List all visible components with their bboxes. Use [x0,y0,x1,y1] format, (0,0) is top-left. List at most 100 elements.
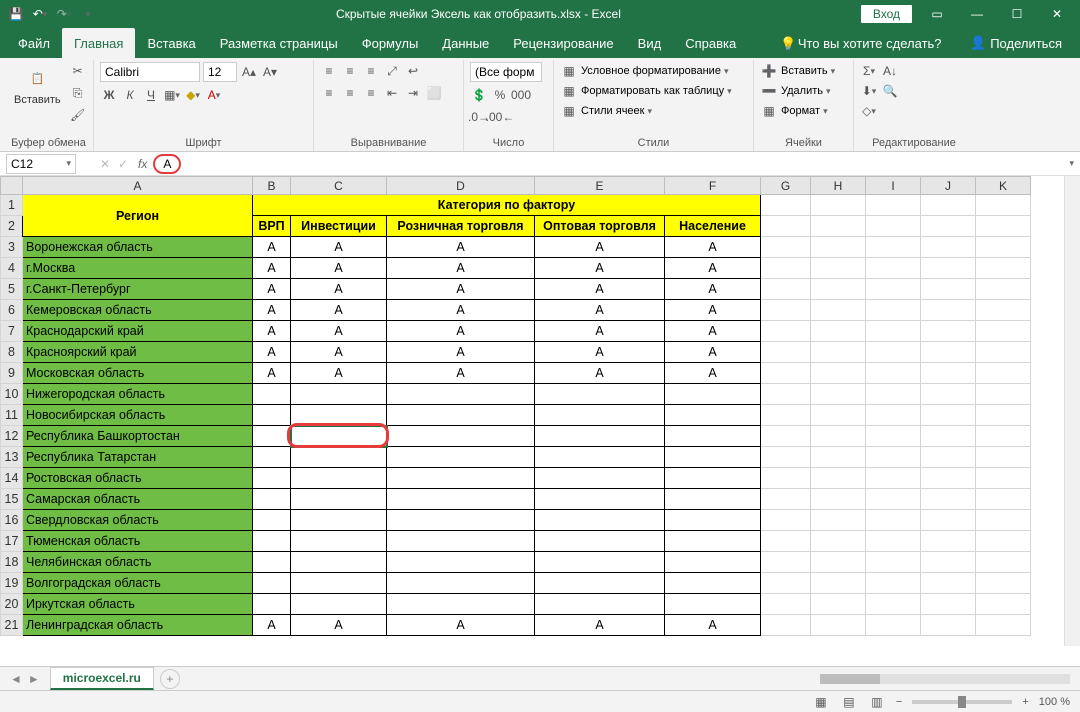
tab-insert[interactable]: Вставка [135,28,207,58]
row-header-7[interactable]: 7 [1,321,23,342]
cell[interactable] [866,426,921,447]
cell-region[interactable]: Кемеровская область [23,300,253,321]
cell[interactable] [387,573,535,594]
delete-cells[interactable]: ➖Удалить▾ [760,82,831,100]
column-header-K[interactable]: K [976,177,1031,195]
percent-icon[interactable]: % [491,86,509,104]
subheader-4[interactable]: Население [665,216,761,237]
cell[interactable] [921,342,976,363]
header-region[interactable]: Регион [23,195,253,237]
zoom-level[interactable]: 100 % [1039,696,1070,708]
cell[interactable] [921,615,976,636]
cell[interactable] [976,615,1031,636]
expand-formula-bar-icon[interactable]: ▾ [1069,158,1074,169]
cell[interactable] [665,489,761,510]
cell[interactable] [535,573,665,594]
cell[interactable]: А [253,342,291,363]
comma-icon[interactable]: 000 [512,86,530,104]
cell[interactable] [976,573,1031,594]
cell[interactable] [665,426,761,447]
cell[interactable] [761,447,811,468]
cell[interactable] [811,195,866,216]
cell-region[interactable]: Иркутская область [23,594,253,615]
wrap-text-icon[interactable]: ↩ [404,62,422,80]
cell-region[interactable]: Ленинградская область [23,615,253,636]
cell[interactable] [811,216,866,237]
merge-icon[interactable]: ⬜ [425,84,443,102]
cell[interactable] [811,573,866,594]
cell[interactable] [811,363,866,384]
cell[interactable] [921,552,976,573]
cell[interactable] [921,321,976,342]
cell[interactable] [761,321,811,342]
cell[interactable] [535,405,665,426]
cell-region[interactable]: г.Санкт-Петербург [23,279,253,300]
cell[interactable]: А [253,237,291,258]
cell[interactable] [976,426,1031,447]
cell[interactable] [976,237,1031,258]
cell-region[interactable]: Ростовская область [23,468,253,489]
cell-region[interactable]: Нижегородская область [23,384,253,405]
cell[interactable] [976,258,1031,279]
cell[interactable] [761,216,811,237]
cell-region[interactable]: Республика Башкортостан [23,426,253,447]
cell[interactable]: А [291,321,387,342]
borders-icon[interactable]: ▦▾ [163,86,181,104]
font-color-icon[interactable]: A▾ [205,86,223,104]
cell[interactable]: А [253,321,291,342]
indent-increase-icon[interactable]: ⇥ [404,84,422,102]
tab-help[interactable]: Справка [673,28,748,58]
cell[interactable]: А [535,363,665,384]
row-header-1[interactable]: 1 [1,195,23,216]
format-as-table[interactable]: ▦Форматировать как таблицу▾ [560,82,732,100]
row-header-20[interactable]: 20 [1,594,23,615]
cell[interactable] [761,300,811,321]
cell[interactable] [866,216,921,237]
column-header-B[interactable]: B [253,177,291,195]
minimize-icon[interactable]: — [962,4,992,24]
cell[interactable] [921,594,976,615]
cell[interactable] [761,489,811,510]
autosum-icon[interactable]: Σ▾ [860,62,878,80]
header-category[interactable]: Категория по фактору [253,195,761,216]
column-header-H[interactable]: H [811,177,866,195]
cell[interactable] [387,489,535,510]
increase-font-icon[interactable]: A▴ [240,63,258,81]
paste-button[interactable]: 📋 Вставить [10,62,65,108]
cell[interactable] [761,573,811,594]
cell[interactable] [811,279,866,300]
row-header-19[interactable]: 19 [1,573,23,594]
cell[interactable] [253,426,291,447]
cell[interactable] [387,447,535,468]
cell[interactable] [291,405,387,426]
cell[interactable] [976,405,1031,426]
qat-customize-icon[interactable]: ▾ [80,6,96,22]
cell[interactable] [921,426,976,447]
cell[interactable] [761,237,811,258]
cell[interactable] [535,531,665,552]
cell-region[interactable]: Челябинская область [23,552,253,573]
cell[interactable] [387,405,535,426]
sort-icon[interactable]: A↓ [881,62,899,80]
cell[interactable] [976,447,1031,468]
cell[interactable]: А [665,342,761,363]
cell[interactable] [866,531,921,552]
row-header-4[interactable]: 4 [1,258,23,279]
orientation-icon[interactable]: ⤢ [383,62,401,80]
cell[interactable] [976,300,1031,321]
cell-region[interactable]: Краснодарский край [23,321,253,342]
close-icon[interactable]: ✕ [1042,4,1072,24]
cell[interactable]: А [665,258,761,279]
cell[interactable]: А [387,258,535,279]
cell[interactable]: А [253,300,291,321]
cell[interactable] [976,384,1031,405]
cell[interactable] [291,468,387,489]
format-painter-icon[interactable]: 🖌 [69,106,87,124]
cell[interactable] [866,489,921,510]
column-header-C[interactable]: C [291,177,387,195]
cell[interactable] [253,552,291,573]
cell[interactable] [761,552,811,573]
cell[interactable] [921,447,976,468]
row-header-8[interactable]: 8 [1,342,23,363]
cell[interactable] [921,531,976,552]
